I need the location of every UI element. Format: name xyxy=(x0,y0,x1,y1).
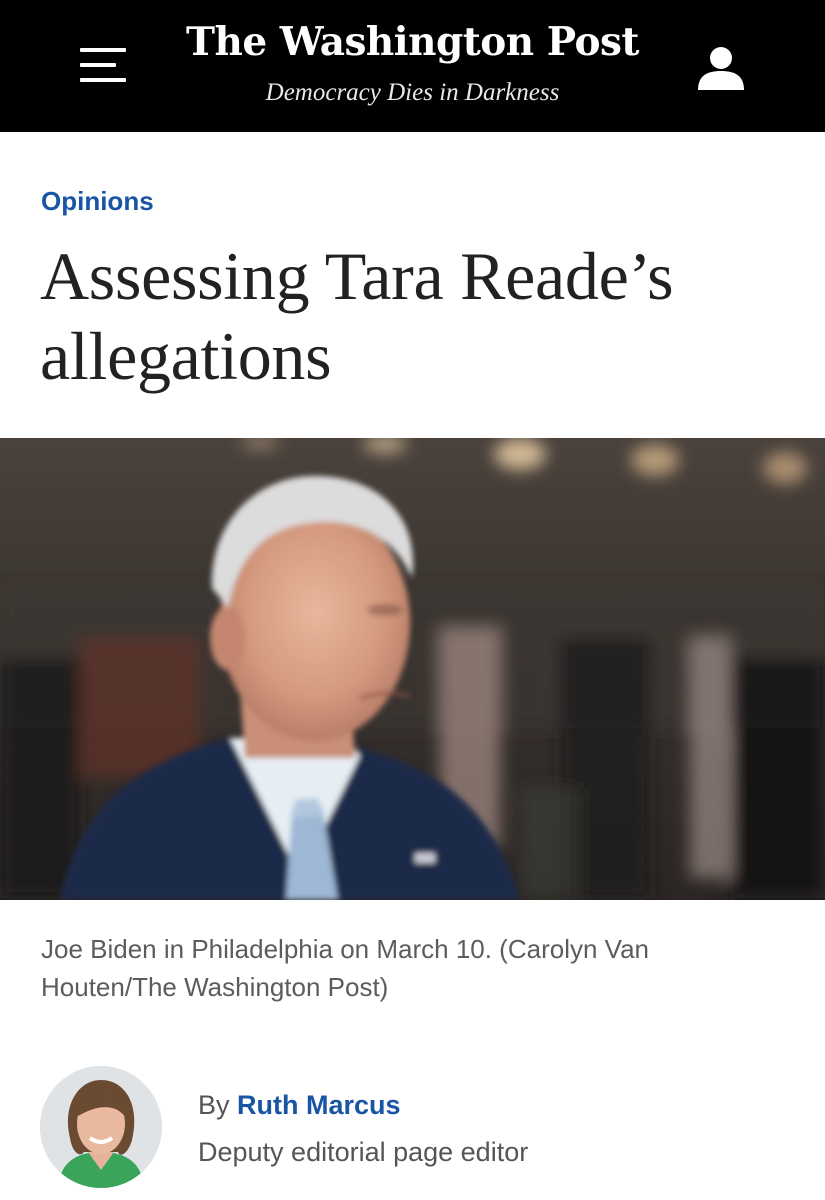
author-title: Deputy editorial page editor xyxy=(198,1137,529,1167)
article-headline: Assessing Tara Reade’s allegations xyxy=(40,238,674,394)
article-photo xyxy=(0,438,825,900)
section-label[interactable]: Opinions xyxy=(41,186,154,217)
author-avatar[interactable] xyxy=(40,1066,162,1188)
photo-caption: Joe Biden in Philadelphia on March 10. (… xyxy=(41,934,649,1002)
site-tagline: Democracy Dies in Darkness xyxy=(265,79,560,106)
byline-prefix: By xyxy=(198,1090,230,1120)
author-name-link[interactable]: Ruth Marcus xyxy=(237,1090,401,1120)
site-title: The Washington Post xyxy=(186,19,639,65)
byline: By Ruth Marcus xyxy=(198,1090,401,1121)
user-account-icon[interactable] xyxy=(695,44,747,92)
hamburger-menu-icon[interactable] xyxy=(80,46,126,84)
site-logo[interactable]: The Washington Post Democracy Dies in Da… xyxy=(180,14,645,110)
site-header: The Washington Post Democracy Dies in Da… xyxy=(0,0,825,132)
